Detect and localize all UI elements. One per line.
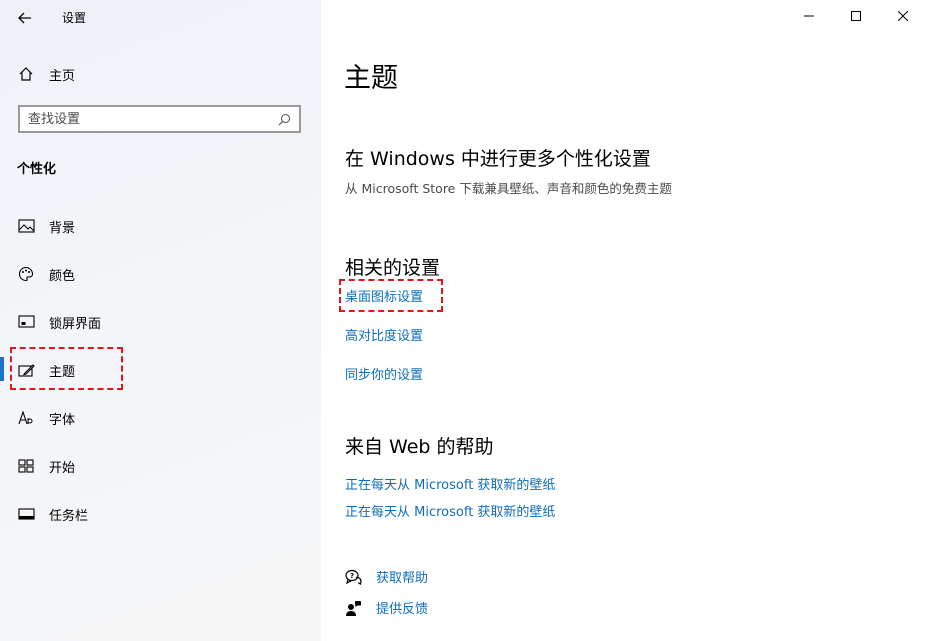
sidebar-item-start[interactable]: 开始 bbox=[0, 446, 321, 486]
sidebar-item-label: 主题 bbox=[49, 364, 76, 380]
close-button[interactable] bbox=[880, 0, 926, 32]
link-desktop-icon-settings[interactable]: 桌面图标设置 bbox=[345, 286, 423, 305]
web-help-heading: 来自 Web 的帮助 bbox=[345, 436, 494, 458]
sidebar-item-label: 主页 bbox=[49, 68, 76, 84]
sidebar-item-fonts[interactable]: 字体 bbox=[0, 398, 321, 438]
start-icon bbox=[17, 457, 35, 475]
more-personalize-heading: 在 Windows 中进行更多个性化设置 bbox=[345, 148, 651, 170]
link-daily-wallpaper-2[interactable]: 正在每天从 Microsoft 获取新的壁纸 bbox=[345, 501, 555, 520]
link-sync-settings[interactable]: 同步你的设置 bbox=[345, 364, 423, 383]
sidebar: 设置 主页 个性化 背景 颜色 锁屏界面 主题 bbox=[0, 0, 321, 641]
get-help-row[interactable]: ? 获取帮助 bbox=[345, 567, 428, 586]
main-content: 主题 在 Windows 中进行更多个性化设置 从 Microsoft Stor… bbox=[321, 0, 927, 641]
sidebar-item-colors[interactable]: 颜色 bbox=[0, 254, 321, 294]
sidebar-item-taskbar[interactable]: 任务栏 bbox=[0, 494, 321, 534]
link-high-contrast-settings[interactable]: 高对比度设置 bbox=[345, 325, 423, 344]
sidebar-item-label: 背景 bbox=[49, 220, 76, 236]
chat-help-icon: ? bbox=[345, 569, 362, 585]
maximize-icon bbox=[851, 11, 861, 21]
palette-icon bbox=[17, 265, 35, 283]
svg-text:?: ? bbox=[350, 572, 354, 580]
sidebar-item-label: 颜色 bbox=[49, 268, 76, 284]
search-input[interactable] bbox=[28, 111, 258, 127]
back-arrow-icon bbox=[18, 12, 31, 24]
search-icon[interactable] bbox=[278, 113, 291, 126]
theme-brush-icon bbox=[17, 361, 35, 379]
maximize-button[interactable] bbox=[833, 0, 879, 32]
back-button[interactable] bbox=[8, 4, 42, 32]
more-personalize-description: 从 Microsoft Store 下载兼具壁纸、声音和颜色的免费主题 bbox=[345, 181, 672, 196]
link-daily-wallpaper-1[interactable]: 正在每天从 Microsoft 获取新的壁纸 bbox=[345, 474, 555, 493]
minimize-button[interactable] bbox=[786, 0, 832, 32]
sidebar-item-themes[interactable]: 主题 bbox=[0, 350, 321, 390]
lock-screen-icon bbox=[17, 313, 35, 331]
sidebar-item-label: 锁屏界面 bbox=[49, 316, 102, 332]
sidebar-item-label: 开始 bbox=[49, 460, 76, 476]
app-title: 设置 bbox=[62, 11, 87, 25]
home-icon bbox=[17, 65, 35, 83]
related-settings-heading: 相关的设置 bbox=[345, 257, 441, 279]
picture-icon bbox=[17, 217, 35, 235]
sidebar-item-label: 任务栏 bbox=[49, 508, 89, 524]
page-title: 主题 bbox=[344, 63, 398, 94]
close-icon bbox=[898, 11, 908, 21]
section-title: 个性化 bbox=[17, 162, 57, 177]
link-get-help[interactable]: 获取帮助 bbox=[376, 567, 428, 586]
feedback-row[interactable]: 提供反馈 bbox=[345, 598, 428, 617]
sidebar-item-home[interactable]: 主页 bbox=[0, 54, 321, 94]
sidebar-item-background[interactable]: 背景 bbox=[0, 206, 321, 246]
sidebar-item-lock-screen[interactable]: 锁屏界面 bbox=[0, 302, 321, 342]
sidebar-item-label: 字体 bbox=[49, 412, 76, 428]
feedback-person-icon bbox=[345, 600, 362, 616]
font-icon bbox=[17, 409, 35, 427]
taskbar-icon bbox=[17, 505, 35, 523]
search-box[interactable] bbox=[18, 105, 301, 133]
link-feedback[interactable]: 提供反馈 bbox=[376, 598, 428, 617]
minimize-icon bbox=[804, 15, 814, 17]
